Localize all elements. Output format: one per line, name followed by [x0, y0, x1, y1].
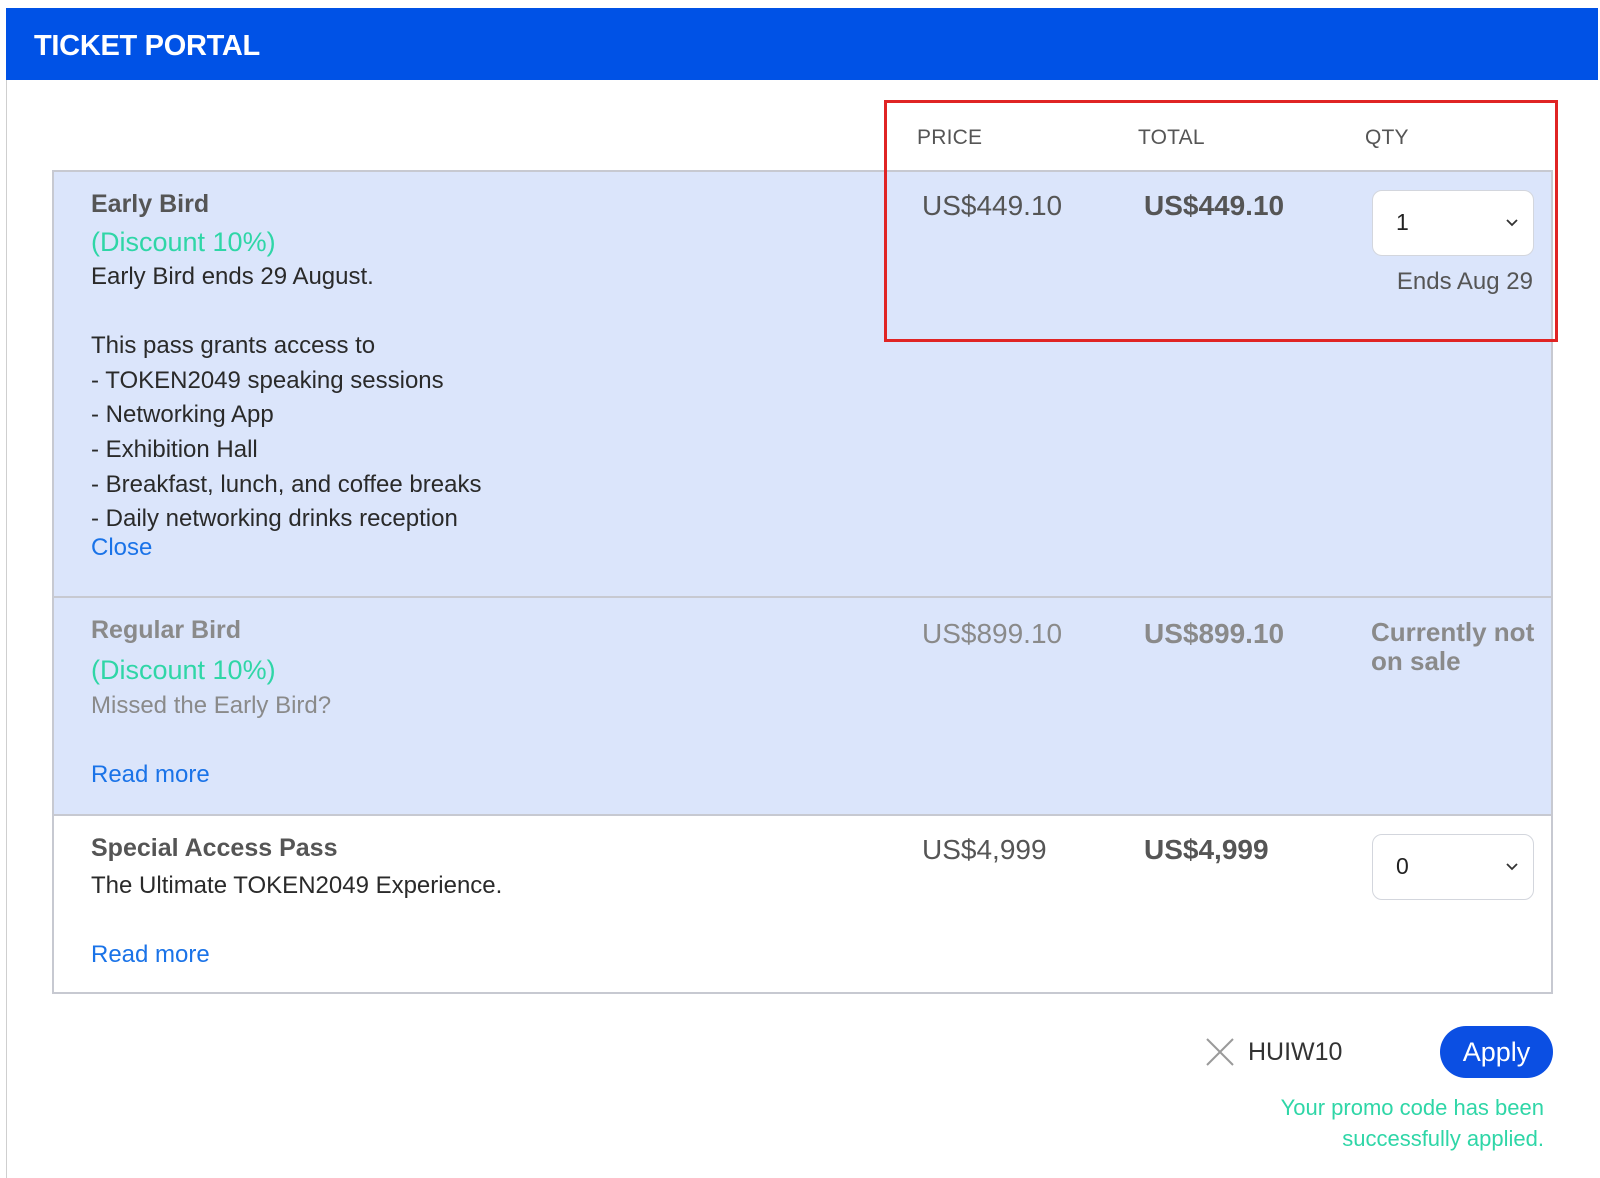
- ticket-table: Early Bird (Discount 10%) Early Bird end…: [52, 170, 1553, 994]
- ticket-description: Missed the Early Bird?: [91, 692, 332, 719]
- ticket-row-regular-bird: Regular Bird (Discount 10%) Missed the E…: [54, 596, 1551, 814]
- ticket-row-early-bird: Early Bird (Discount 10%) Early Bird end…: [54, 172, 1551, 596]
- ticket-description: The Ultimate TOKEN2049 Experience.: [91, 872, 503, 899]
- ticket-name: Regular Bird: [91, 616, 242, 644]
- discount-label: (Discount 10%): [91, 227, 276, 257]
- chevron-down-icon: [1506, 863, 1518, 871]
- availability-status: Currently not on sale: [1371, 617, 1535, 676]
- quantity-value: 1: [1396, 209, 1409, 235]
- app-title: TICKET PORTAL: [34, 30, 260, 62]
- quantity-select[interactable]: 0: [1372, 834, 1534, 900]
- promo-success-message: Your promo code has been successfully ap…: [1280, 1095, 1544, 1151]
- close-icon[interactable]: [1204, 1036, 1236, 1068]
- read-more-link[interactable]: Read more: [91, 761, 210, 789]
- ticket-total: US$449.10: [1144, 190, 1285, 221]
- chevron-down-icon: [1506, 219, 1518, 227]
- ticket-name: Special Access Pass: [91, 834, 338, 862]
- quantity-select[interactable]: 1: [1372, 190, 1534, 256]
- column-header-price: PRICE: [917, 126, 983, 149]
- promo-code-value[interactable]: HUIW10: [1248, 1038, 1342, 1067]
- apply-promo-button[interactable]: Apply: [1440, 1026, 1553, 1078]
- ticket-price: US$4,999: [922, 834, 1047, 865]
- read-more-link[interactable]: Read more: [91, 941, 210, 969]
- quantity-value: 0: [1396, 853, 1409, 879]
- ticket-total: US$899.10: [1144, 618, 1285, 649]
- column-header-qty: QTY: [1365, 126, 1409, 149]
- close-details-link[interactable]: Close: [91, 534, 152, 562]
- ticket-description: Early Bird ends 29 August. This pass gra…: [91, 263, 482, 533]
- ticket-name: Early Bird: [91, 190, 210, 218]
- column-header-total: TOTAL: [1138, 126, 1205, 149]
- discount-label: (Discount 10%): [91, 655, 276, 685]
- app-header: TICKET PORTAL: [6, 8, 1598, 80]
- ticket-price: US$449.10: [922, 190, 1063, 221]
- ticket-price: US$899.10: [922, 618, 1063, 649]
- ticket-total: US$4,999: [1144, 834, 1269, 865]
- sale-end-note: Ends Aug 29: [1396, 268, 1533, 295]
- ticket-row-special-access: Special Access Pass The Ultimate TOKEN20…: [54, 814, 1551, 992]
